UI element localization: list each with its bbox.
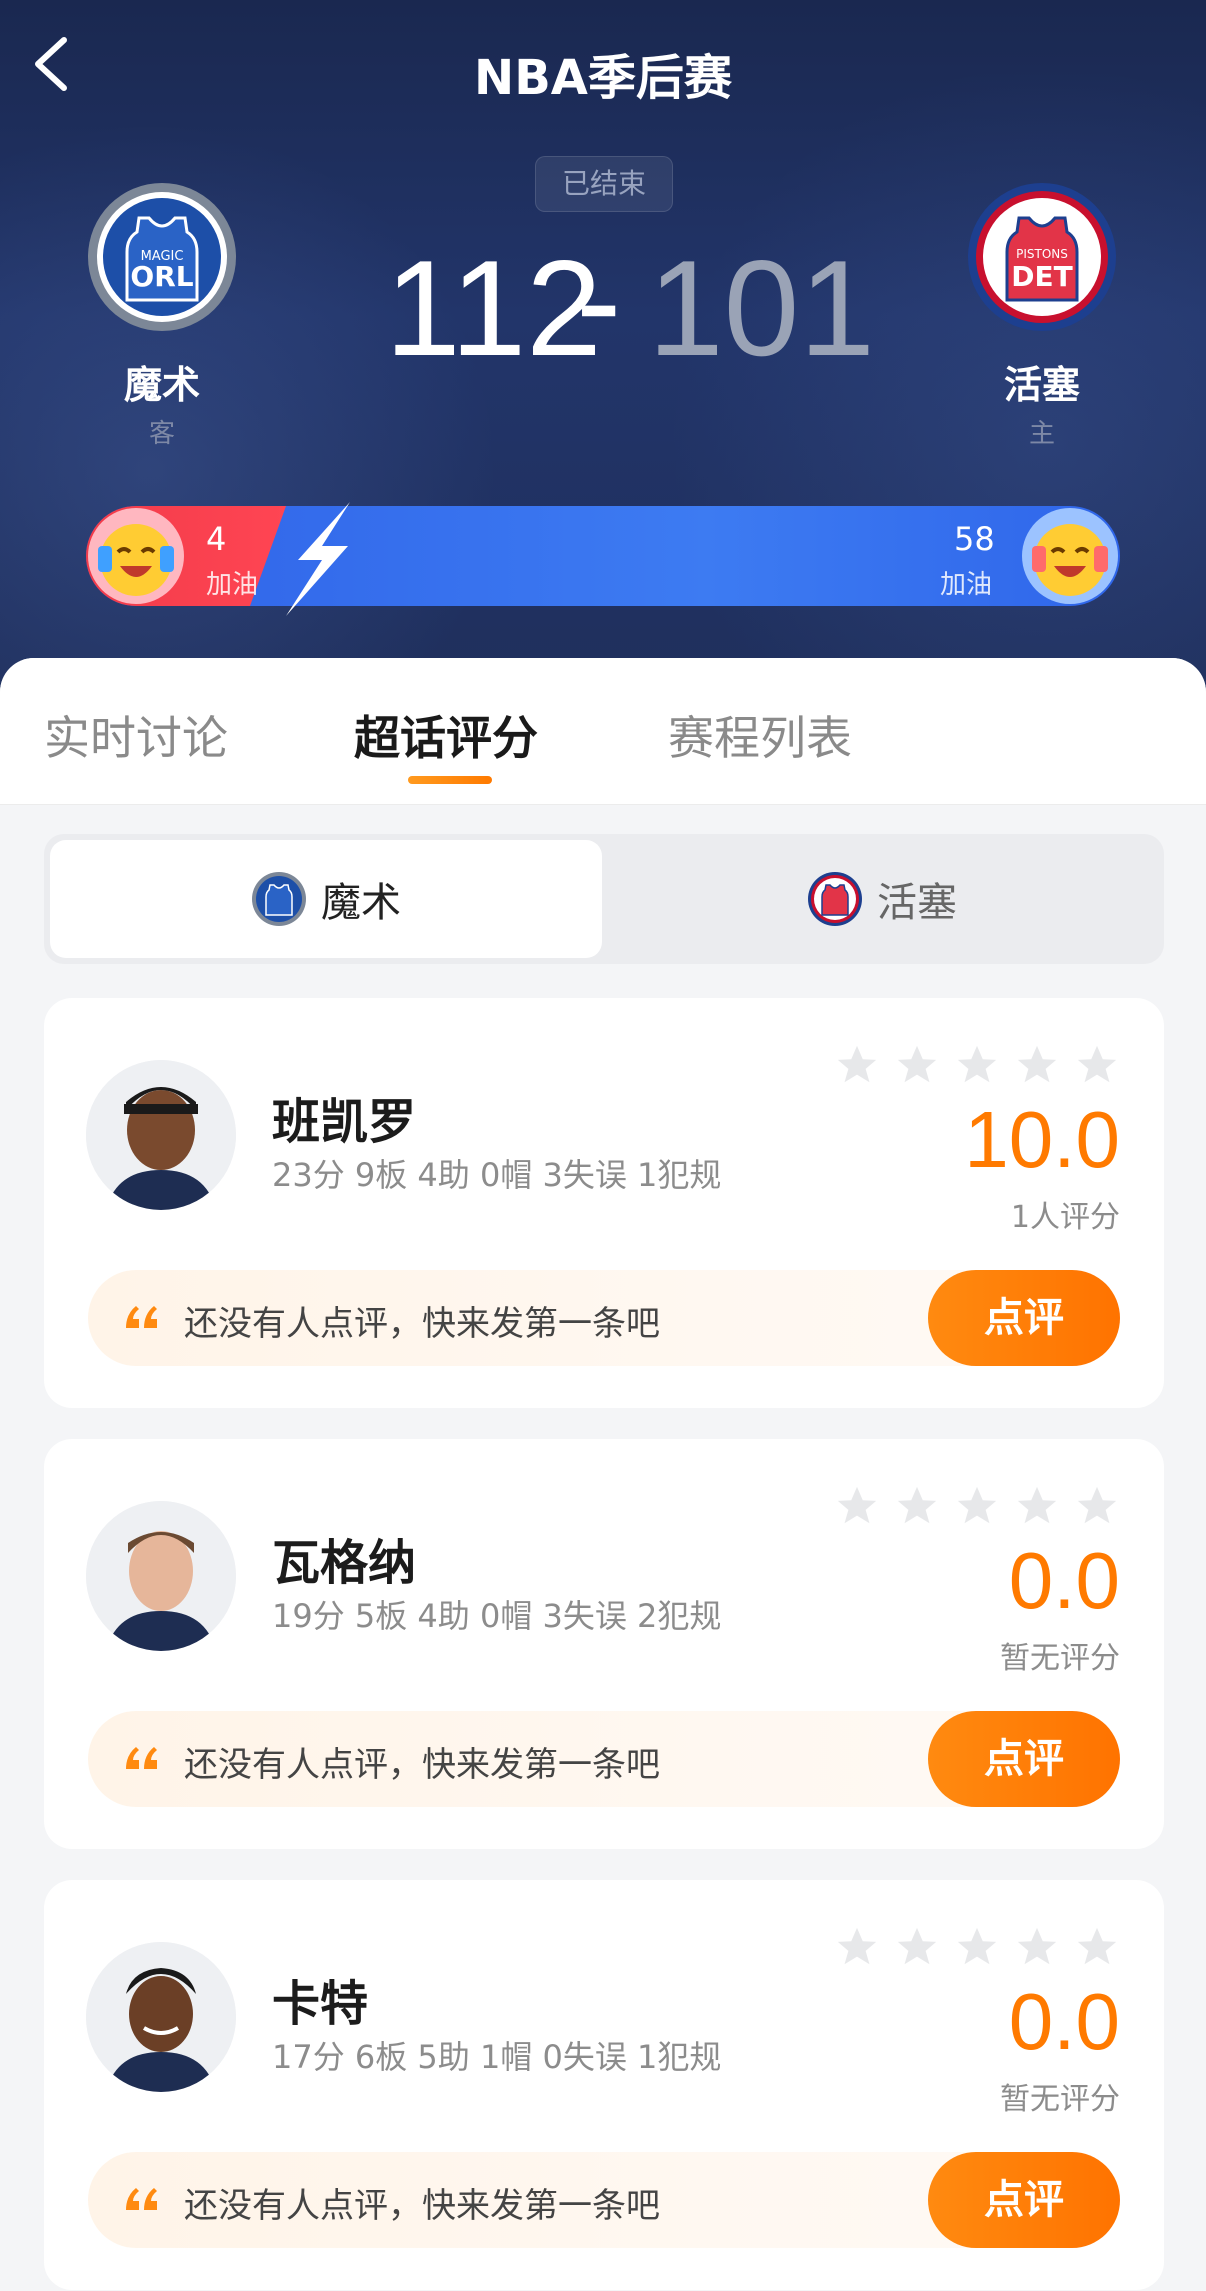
magic-logo-icon — [252, 872, 306, 926]
lightning-icon — [286, 502, 350, 616]
away-cheer-count: 4 — [206, 520, 227, 558]
away-team-role: 客 — [148, 419, 175, 449]
match-header: NBA季后赛 已结束 MAGIC ORL 魔术 客 PISTONS DET 活塞… — [0, 0, 1206, 700]
comment-button[interactable]: 点评 — [928, 1711, 1120, 1807]
rating-stars[interactable] — [834, 1924, 1120, 1970]
away-cheer-label: 加油 — [206, 570, 259, 600]
rating-stars[interactable] — [834, 1483, 1120, 1529]
star-icon[interactable] — [834, 1483, 880, 1529]
comment-bar[interactable]: 还没有人点评，快来发第一条吧 点评 — [88, 1270, 1120, 1366]
comment-placeholder: 还没有人点评，快来发第一条吧 — [184, 1304, 660, 1344]
star-icon[interactable] — [894, 1924, 940, 1970]
quote-icon — [126, 1306, 157, 1328]
cheer-emoji-icon — [1022, 508, 1118, 604]
quote-icon — [126, 2188, 157, 2210]
pistons-logo-icon — [808, 872, 862, 926]
comment-bar[interactable]: 还没有人点评，快来发第一条吧 点评 — [88, 2152, 1120, 2248]
star-icon[interactable] — [1014, 1042, 1060, 1088]
svg-text:PISTONS: PISTONS — [1016, 247, 1068, 261]
player-name: 班凯罗 — [272, 1094, 417, 1150]
player-rating: 10.0 — [964, 1095, 1120, 1184]
rating-count: 暂无评分 — [1000, 2082, 1120, 2117]
comment-button[interactable]: 点评 — [928, 1270, 1120, 1366]
pistons-logo-icon: PISTONS DET — [967, 182, 1117, 332]
player-stats: 19分 5板 4助 0帽 3失误 2犯规 — [272, 1597, 722, 1635]
star-icon[interactable] — [1014, 1483, 1060, 1529]
tab-bar: 实时讨论 超话评分 赛程列表 — [0, 658, 1206, 805]
comment-placeholder: 还没有人点评，快来发第一条吧 — [184, 1745, 660, 1785]
rating-stars[interactable] — [834, 1042, 1120, 1088]
star-icon[interactable] — [834, 1042, 880, 1088]
tab-ratings[interactable]: 超话评分 — [354, 702, 538, 768]
home-score: 101 — [648, 232, 875, 384]
team-switch-magic-label: 魔术 — [321, 880, 401, 926]
player-card[interactable]: 瓦格纳 19分 5板 4助 0帽 3失误 2犯规 0.0 暂无评分 还没有人点评… — [44, 1439, 1164, 1849]
home-team-name: 活塞 — [1003, 363, 1080, 407]
comment-button[interactable]: 点评 — [928, 2152, 1120, 2248]
home-team-role: 主 — [1028, 419, 1055, 449]
rating-count: 暂无评分 — [1000, 1641, 1120, 1676]
home-cheer-label: 加油 — [940, 570, 993, 600]
player-rating: 0.0 — [1008, 1536, 1120, 1625]
player-avatar — [86, 1942, 236, 2092]
team-switch-pistons-label: 活塞 — [877, 880, 957, 926]
svg-text:DET: DET — [1011, 260, 1072, 293]
cheer-emoji-icon — [88, 508, 184, 604]
active-tab-indicator — [408, 776, 492, 784]
home-cheer-button[interactable] — [1020, 506, 1120, 606]
team-switch-pistons[interactable]: 活塞 — [606, 840, 1158, 958]
status-badge: 已结束 — [535, 156, 673, 212]
away-team[interactable]: MAGIC ORL 魔术 客 — [82, 182, 242, 450]
player-rating: 0.0 — [1008, 1977, 1120, 2066]
player-card[interactable]: 卡特 17分 6板 5助 1帽 0失误 1犯规 0.0 暂无评分 还没有人点评，… — [44, 1880, 1164, 2290]
star-icon[interactable] — [1074, 1042, 1120, 1088]
svg-text:ORL: ORL — [130, 260, 193, 293]
quote-icon — [126, 1747, 157, 1769]
page-title: NBA季后赛 — [474, 50, 732, 106]
star-icon[interactable] — [954, 1042, 1000, 1088]
player-name: 卡特 — [272, 1976, 369, 2032]
comment-bar[interactable]: 还没有人点评，快来发第一条吧 点评 — [88, 1711, 1120, 1807]
comment-placeholder: 还没有人点评，快来发第一条吧 — [184, 2186, 660, 2226]
away-team-name: 魔术 — [123, 363, 200, 407]
player-card[interactable]: 班凯罗 23分 9板 4助 0帽 3失误 1犯规 10.0 1人评分 还没有人点… — [44, 998, 1164, 1408]
home-team[interactable]: PISTONS DET 活塞 主 — [962, 182, 1122, 450]
tab-live-discussion[interactable]: 实时讨论 — [44, 702, 228, 768]
away-cheer-button[interactable] — [86, 506, 186, 606]
score-separator: - — [576, 224, 622, 376]
home-cheer-count: 58 — [954, 520, 995, 558]
player-avatar — [86, 1501, 236, 1651]
star-icon[interactable] — [1074, 1483, 1120, 1529]
star-icon[interactable] — [954, 1924, 1000, 1970]
star-icon[interactable] — [954, 1483, 1000, 1529]
star-icon[interactable] — [834, 1924, 880, 1970]
content-panel: 实时讨论 超话评分 赛程列表 魔术 活塞 班凯罗 23分 9板 4助 0帽 3失… — [0, 658, 1206, 2291]
team-switch: 魔术 活塞 — [44, 834, 1164, 964]
player-stats: 17分 6板 5助 1帽 0失误 1犯规 — [272, 2038, 722, 2076]
player-stats: 23分 9板 4助 0帽 3失误 1犯规 — [272, 1156, 722, 1194]
away-score: 112 — [385, 232, 602, 384]
player-name: 瓦格纳 — [272, 1535, 417, 1591]
magic-logo-icon: MAGIC ORL — [87, 182, 237, 332]
player-avatar — [86, 1060, 236, 1210]
tab-schedule[interactable]: 赛程列表 — [668, 702, 852, 768]
star-icon[interactable] — [894, 1483, 940, 1529]
star-icon[interactable] — [894, 1042, 940, 1088]
star-icon[interactable] — [1074, 1924, 1120, 1970]
star-icon[interactable] — [1014, 1924, 1060, 1970]
team-switch-magic[interactable]: 魔术 — [50, 840, 602, 958]
rating-count: 1人评分 — [1010, 1200, 1120, 1235]
